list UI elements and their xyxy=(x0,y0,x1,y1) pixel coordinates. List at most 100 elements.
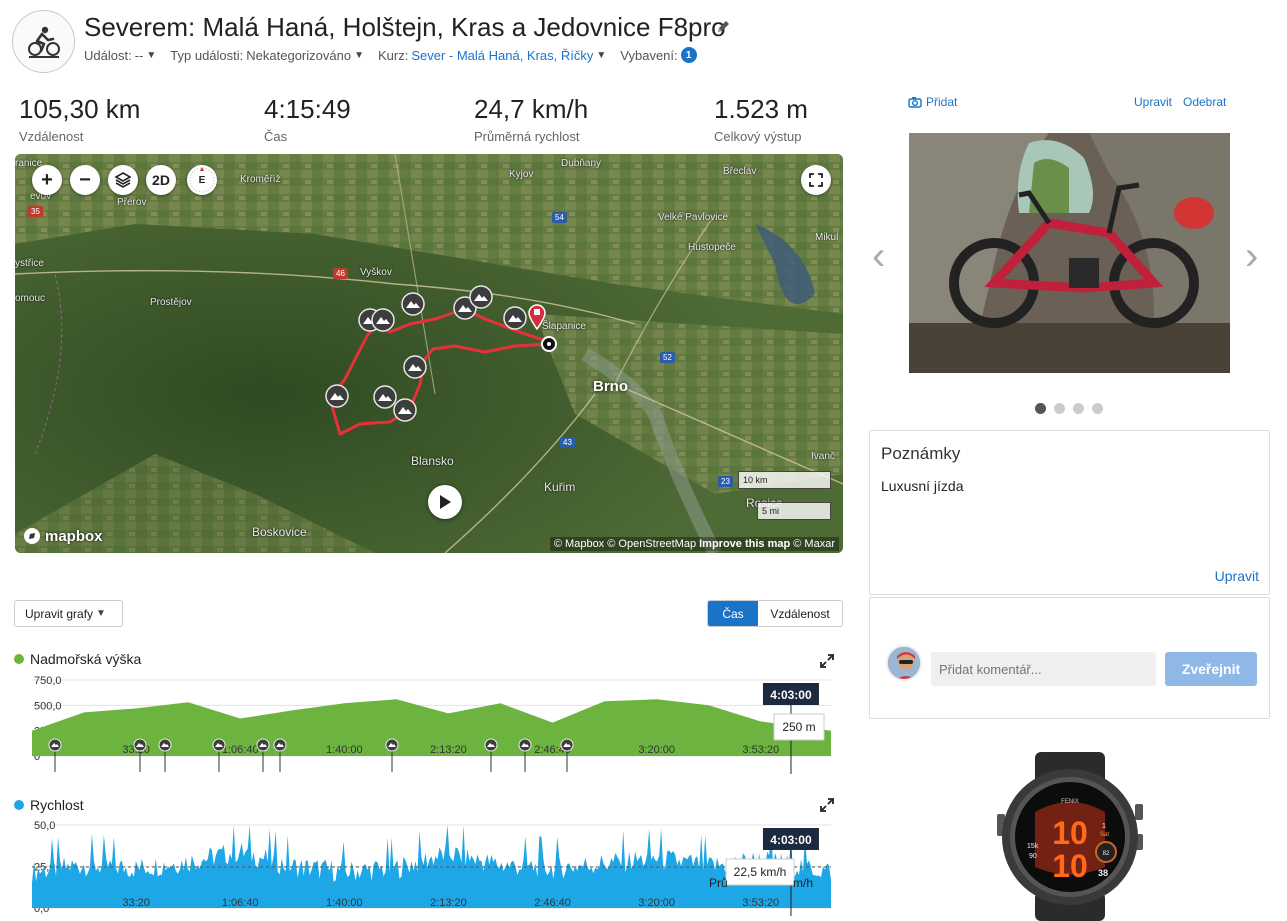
climb-marker-icon[interactable] xyxy=(48,738,62,752)
garmin-watch-image[interactable]: FENIX 10 10 15k 90 1 Sat 82 38 xyxy=(995,752,1145,921)
notes-heading: Poznámky xyxy=(881,444,961,463)
carousel-dot[interactable] xyxy=(1092,403,1103,414)
climb-marker-icon[interactable] xyxy=(256,738,270,752)
add-photo-button[interactable]: Přidat xyxy=(908,95,957,109)
comment-panel: Zveřejnit xyxy=(869,597,1270,719)
attribution-maxar[interactable]: © Maxar xyxy=(793,538,835,550)
watch-day: Sat xyxy=(1100,832,1109,838)
play-route-button[interactable] xyxy=(428,485,462,519)
x-tick-label: 33:20 xyxy=(122,897,150,909)
gear-label: Vybavení: xyxy=(620,47,678,63)
climb-marker-icon[interactable] xyxy=(469,285,493,309)
mapbox-logo-icon xyxy=(24,528,40,544)
elevation-chart[interactable]: 750,0500,0250,0033:201:06:401:40:002:13:… xyxy=(0,670,845,775)
avatar[interactable] xyxy=(886,645,922,681)
climb-marker-icon[interactable] xyxy=(401,292,425,316)
activity-meta-row: Událost: -- ▼ Typ události: Nekategorizo… xyxy=(84,47,697,63)
view-mode-2d-button[interactable]: 2D xyxy=(146,165,176,195)
stat-total-ascent-value: 1.523 m xyxy=(714,94,808,124)
climb-marker-icon[interactable] xyxy=(325,384,349,408)
course-link[interactable]: Sever - Malá Haná, Kras, Říčky xyxy=(411,48,593,63)
stat-time-label: Čas xyxy=(264,129,288,144)
chevron-down-icon: ▼ xyxy=(596,49,607,61)
event-selector[interactable]: Událost: -- ▼ xyxy=(84,47,156,63)
photo-next-arrow-icon[interactable]: › xyxy=(1245,234,1258,279)
climb-marker-icon[interactable] xyxy=(560,738,574,752)
pencil-edit-icon[interactable] xyxy=(715,18,731,36)
map-scale-km: 10 km xyxy=(738,471,831,489)
climb-marker-icon[interactable] xyxy=(158,738,172,752)
climb-marker-icon[interactable] xyxy=(133,738,147,752)
climb-marker-icon[interactable] xyxy=(393,398,417,422)
photo-prev-arrow-icon[interactable]: ‹ xyxy=(872,234,885,279)
climb-marker-icon[interactable] xyxy=(212,738,226,752)
mapbox-logo[interactable]: mapbox xyxy=(23,527,103,545)
x-tick-label: 1:40:00 xyxy=(326,744,363,756)
map-label-velke-pavlovice: Velké Pavlovice xyxy=(658,212,729,223)
attribution-mapbox-osm[interactable]: © Mapbox © OpenStreetMap xyxy=(554,538,696,550)
edit-photo-link[interactable]: Upravit xyxy=(1134,95,1172,109)
fullscreen-map-button[interactable] xyxy=(801,165,831,195)
map-label-vyskov: Vyškov xyxy=(360,267,392,278)
road-badge-54: 54 xyxy=(552,212,567,223)
map-label-dubnany: Dubňany xyxy=(561,158,602,169)
edit-graphs-dropdown[interactable]: Upravit grafy ▼ xyxy=(14,600,123,627)
start-point-icon[interactable] xyxy=(541,336,557,352)
toggle-time[interactable]: Čas xyxy=(708,601,758,626)
map-label-boskovice: Boskovice xyxy=(252,525,307,539)
add-photo-label: Přidat xyxy=(926,95,958,109)
average-hint-left: Prů xyxy=(709,876,728,890)
map-label-kyjov: Kyjov xyxy=(509,169,534,180)
watch-battery: 82 xyxy=(1103,851,1110,857)
map-label-ivanc: Ivanč xyxy=(811,451,835,462)
route-map[interactable]: ranice Kroměříž Dubňany Břeclav Kyjov Př… xyxy=(15,154,843,553)
watch-brand: FENIX xyxy=(1061,799,1079,805)
expand-elevation-chart-icon[interactable] xyxy=(820,654,834,668)
watch-steps: 15k xyxy=(1027,843,1039,850)
elevation-chart-title-text: Nadmořská výška xyxy=(30,651,142,667)
publish-comment-button[interactable]: Zveřejnit xyxy=(1165,652,1257,686)
climb-marker-icon[interactable] xyxy=(484,738,498,752)
improve-map-link[interactable]: Improve this map xyxy=(699,538,790,550)
speed-chart[interactable]: 50,025,00,0 33:20 1:06:40 1:40:00 2:13:20 2:4… xyxy=(0,815,845,921)
speed-chart-title: Rychlost xyxy=(14,797,84,813)
photo-bike-in-cave xyxy=(909,133,1230,373)
x-tick-label: 3:53:20 xyxy=(742,744,779,756)
photo-carousel-dots xyxy=(1035,403,1103,414)
activity-photo[interactable] xyxy=(909,133,1230,373)
x-tick-label: 3:53:20 xyxy=(742,897,779,909)
climb-marker-icon[interactable] xyxy=(371,308,395,332)
comment-input[interactable] xyxy=(931,652,1156,686)
x-tick-label: 2:13:20 xyxy=(430,744,467,756)
cursor-value-label: 22,5 km/h xyxy=(734,865,787,879)
notes-edit-link[interactable]: Upravit xyxy=(1215,568,1259,584)
zoom-out-button[interactable]: − xyxy=(70,165,100,195)
carousel-dot[interactable] xyxy=(1073,403,1084,414)
finish-pin-icon[interactable] xyxy=(527,304,547,330)
climb-marker-icon[interactable] xyxy=(403,355,427,379)
x-tick-label: 1:06:40 xyxy=(222,897,259,909)
climb-marker-icon[interactable] xyxy=(518,738,532,752)
gear-count-badge[interactable]: 1 xyxy=(680,47,697,63)
compass-button[interactable]: E xyxy=(187,165,217,195)
event-type-selector[interactable]: Typ události: Nekategorizováno ▼ xyxy=(170,47,364,63)
map-label-breclav: Břeclav xyxy=(723,166,757,177)
stat-total-ascent-label: Celkový výstup xyxy=(714,129,802,144)
course-selector[interactable]: Kurz: Sever - Malá Haná, Kras, Říčky ▼ xyxy=(378,47,606,63)
carousel-dot[interactable] xyxy=(1054,403,1065,414)
carousel-dot[interactable] xyxy=(1035,403,1046,414)
climb-marker-icon[interactable] xyxy=(273,738,287,752)
gear-selector[interactable]: Vybavení: 1 xyxy=(620,47,697,63)
x-tick-label: 2:46:40 xyxy=(534,897,571,909)
climb-marker-icon[interactable] xyxy=(385,738,399,752)
stat-distance: 105,30 km Vzdálenost xyxy=(19,94,140,144)
toggle-distance[interactable]: Vzdálenost xyxy=(758,601,842,626)
layers-icon xyxy=(114,172,132,188)
cursor-time-label: 4:03:00 xyxy=(770,688,812,702)
speed-chart-title-text: Rychlost xyxy=(30,797,84,813)
zoom-in-button[interactable]: + xyxy=(32,165,62,195)
expand-speed-chart-icon[interactable] xyxy=(820,798,834,812)
remove-photo-link[interactable]: Odebrat xyxy=(1183,95,1226,109)
layers-button[interactable] xyxy=(108,165,138,195)
climb-marker-icon[interactable] xyxy=(503,306,527,330)
